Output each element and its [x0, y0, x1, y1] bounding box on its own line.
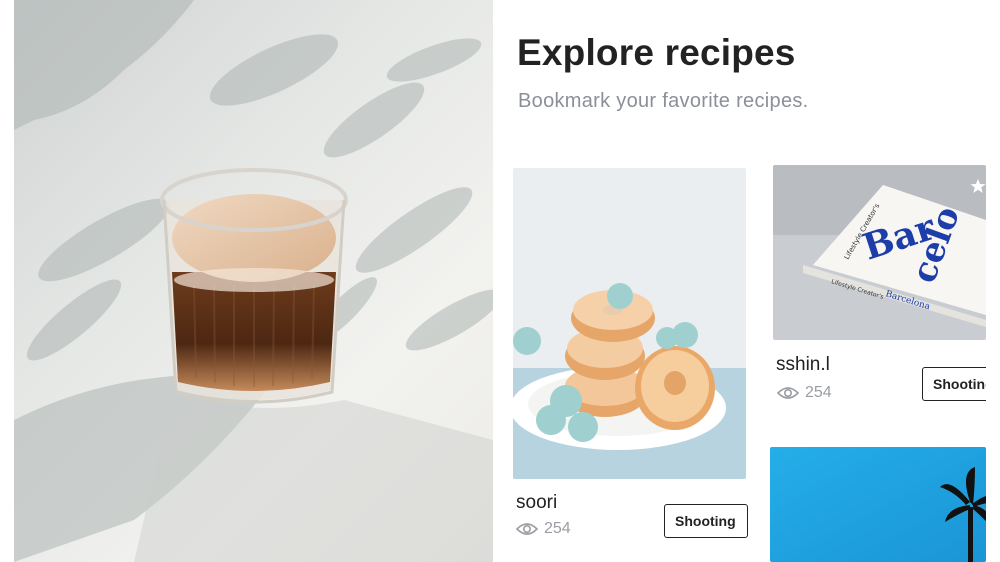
page-title: Explore recipes [517, 32, 796, 73]
card-views: 254 [516, 520, 571, 538]
card-author[interactable]: soori [516, 492, 557, 514]
views-count: 254 [805, 384, 832, 401]
hero-image [14, 0, 493, 562]
viewport-edge [986, 0, 1000, 562]
card-author[interactable]: sshin.l [776, 354, 830, 376]
shooting-tag-button[interactable]: Shooting [664, 504, 748, 538]
star-icon[interactable] [970, 178, 986, 194]
card-views: 254 [777, 384, 832, 402]
eye-icon [777, 385, 799, 401]
recipe-card-image-donuts[interactable] [513, 168, 746, 479]
views-count: 254 [544, 520, 571, 537]
page-subtitle: Bookmark your favorite recipes. [518, 90, 809, 112]
recipe-card-image-book[interactable]: Bar celo Lifestyle Creator's Lifestyle C… [773, 165, 986, 340]
recipe-card-image-sky[interactable] [770, 447, 986, 562]
eye-icon [516, 521, 538, 537]
